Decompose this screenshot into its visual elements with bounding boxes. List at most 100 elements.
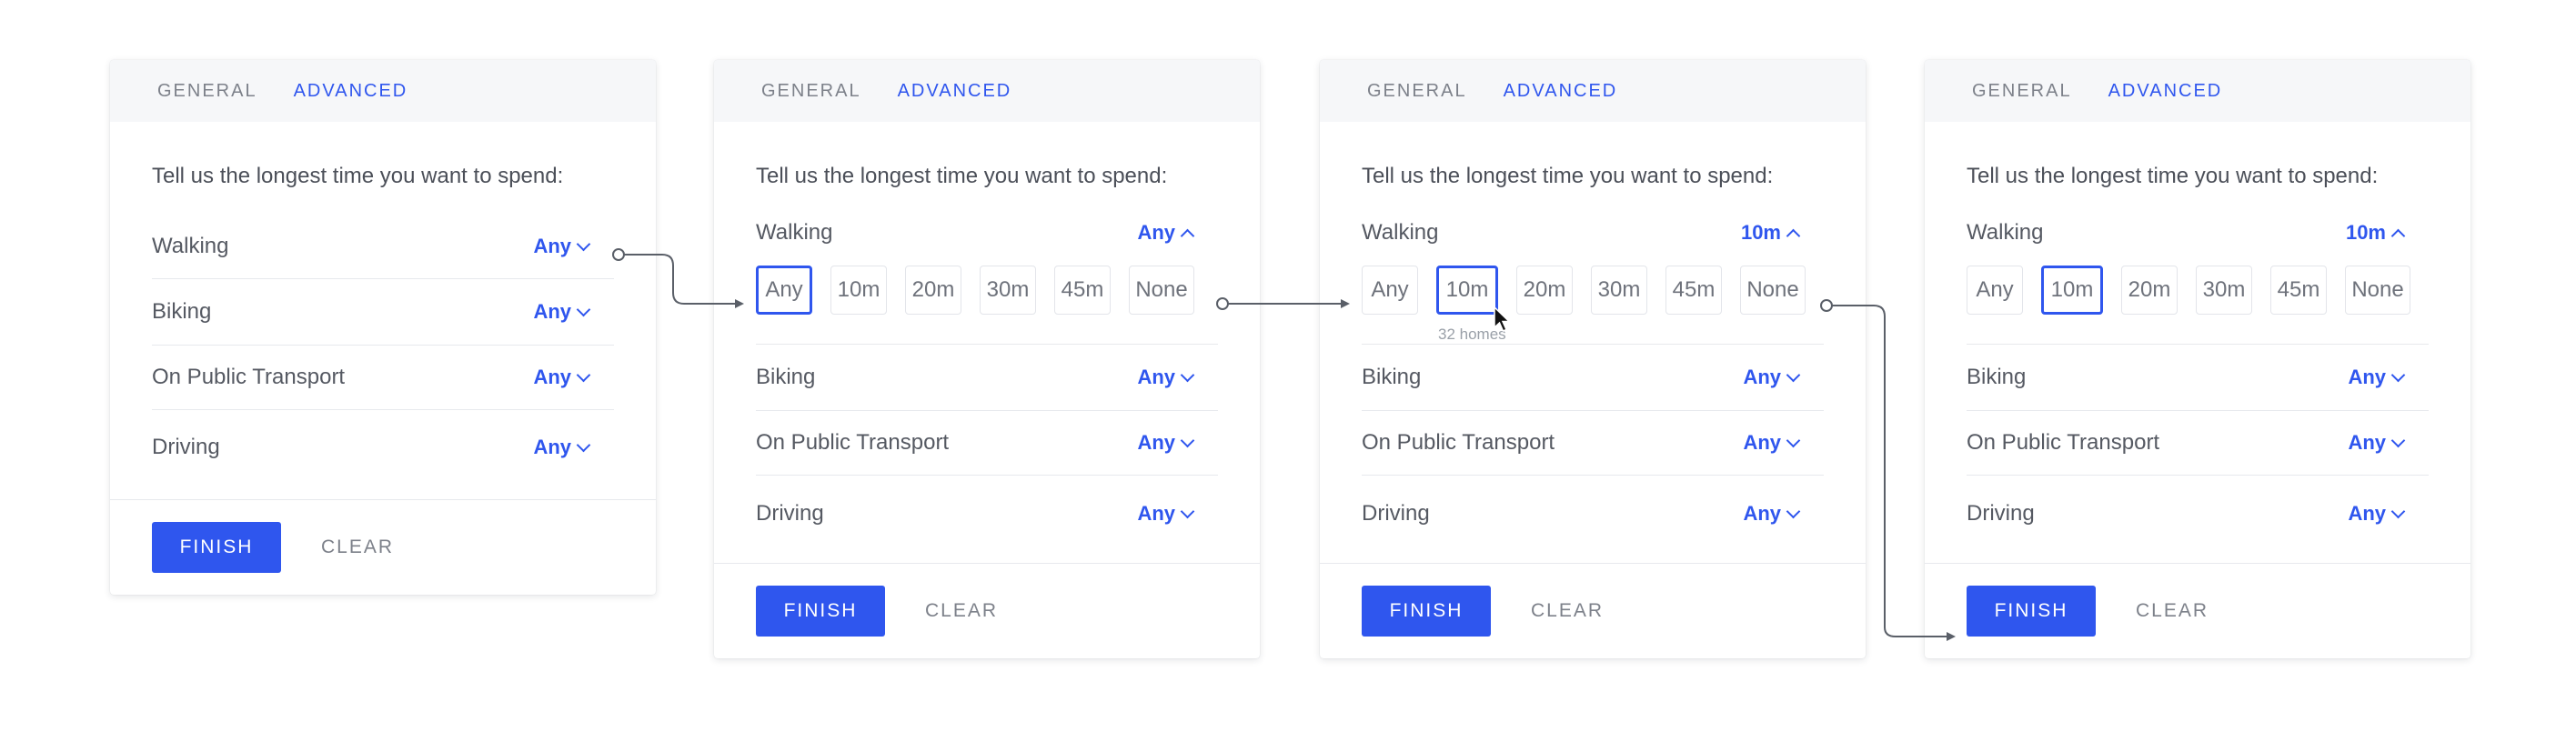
driving-value: Any [533,436,571,458]
tab-general[interactable]: GENERAL [157,81,257,102]
row-driving: Driving Any [152,410,614,485]
option-10m[interactable]: 10m [1436,266,1498,315]
filter-panel-1: GENERAL ADVANCED Tell us the longest tim… [110,60,656,595]
chevron-up-icon [1180,228,1195,243]
clear-button[interactable]: CLEAR [321,536,394,558]
option-20m[interactable]: 20m [1516,266,1573,315]
driving-dropdown[interactable]: Any [1743,502,1801,526]
driving-value: Any [1743,502,1781,525]
option-45m[interactable]: 45m [2270,266,2327,315]
tab-advanced[interactable]: ADVANCED [294,81,408,102]
walking-header: Walking 10m [1967,215,2429,251]
clear-button[interactable]: CLEAR [1531,600,1604,622]
biking-label: Biking [1362,365,1422,389]
transport-dropdown[interactable]: Any [2348,431,2406,455]
option-20m[interactable]: 20m [905,266,961,315]
transport-label: On Public Transport [756,430,950,455]
biking-dropdown[interactable]: Any [2348,366,2406,389]
panel-body: Tell us the longest time you want to spe… [714,164,1260,552]
driving-value: Any [2348,502,2386,525]
chevron-down-icon [1180,367,1195,382]
driving-dropdown[interactable]: Any [533,436,591,459]
option-10m[interactable]: 10m [2041,266,2103,315]
chevron-down-icon [1786,504,1801,518]
filter-panel-4: GENERAL ADVANCED Tell us the longest tim… [1925,60,2470,658]
option-45m[interactable]: 45m [1054,266,1111,315]
biking-dropdown[interactable]: Any [1743,366,1801,389]
transport-label: On Public Transport [1967,430,2160,455]
tab-bar: GENERAL ADVANCED [110,60,656,122]
finish-button[interactable]: FINISH [152,522,281,573]
panel-footer: FINISH CLEAR [714,563,1260,658]
transport-dropdown[interactable]: Any [1743,431,1801,455]
prompt-text: Tell us the longest time you want to spe… [756,164,1168,188]
finish-button[interactable]: FINISH [756,586,885,637]
prompt-text: Tell us the longest time you want to spe… [152,164,564,188]
walking-dropdown[interactable]: 10m [2346,221,2406,245]
panel-footer: FINISH CLEAR [1320,563,1866,658]
tab-advanced[interactable]: ADVANCED [898,81,1012,102]
option-none[interactable]: None [1129,266,1194,315]
option-20m[interactable]: 20m [2121,266,2178,315]
driving-label: Driving [1362,501,1430,526]
tab-bar: GENERAL ADVANCED [1925,60,2470,122]
option-none[interactable]: None [1740,266,1806,315]
transport-dropdown[interactable]: Any [533,366,591,389]
driving-dropdown[interactable]: Any [2348,502,2406,526]
chevron-down-icon [1180,433,1195,447]
driving-dropdown[interactable]: Any [1137,502,1195,526]
finish-button[interactable]: FINISH [1362,586,1491,637]
row-walking-expanded: Walking 10m Any 10m 20m 30m 45m None 32 … [1362,215,1824,345]
walking-dropdown[interactable]: Any [533,235,591,258]
option-30m[interactable]: 30m [980,266,1036,315]
tab-general[interactable]: GENERAL [761,81,861,102]
option-any[interactable]: Any [1362,266,1418,315]
filter-panel-3: GENERAL ADVANCED Tell us the longest tim… [1320,60,1866,658]
biking-value: Any [533,300,571,323]
option-none[interactable]: None [2345,266,2410,315]
walking-header: Walking Any [756,215,1218,251]
chevron-down-icon [576,302,591,316]
panel-footer: FINISH CLEAR [110,499,656,595]
transport-value: Any [2348,431,2386,454]
panel-body: Tell us the longest time you want to spe… [110,164,656,485]
biking-dropdown[interactable]: Any [1137,366,1195,389]
chevron-down-icon [576,236,591,251]
row-transport: On Public Transport Any [756,411,1218,476]
chevron-down-icon [1180,504,1195,518]
row-driving: Driving Any [756,476,1218,552]
walking-options: Any 10m 20m 30m 45m None [1967,266,2429,315]
chevron-down-icon [2390,504,2406,518]
option-any[interactable]: Any [1967,266,2023,315]
walking-value: 10m [1740,221,1781,244]
tab-general[interactable]: GENERAL [1972,81,2072,102]
option-10m[interactable]: 10m [830,266,887,315]
transport-value: Any [1137,431,1175,454]
clear-button[interactable]: CLEAR [925,600,998,622]
walking-label: Walking [1362,220,1439,245]
chevron-down-icon [1786,433,1801,447]
walking-header: Walking 10m [1362,215,1824,251]
clear-button[interactable]: CLEAR [2136,600,2209,622]
row-transport: On Public Transport Any [1967,411,2429,476]
mouse-cursor-icon [1494,306,1511,332]
option-any[interactable]: Any [756,266,812,315]
walking-dropdown[interactable]: 10m [1740,221,1801,245]
option-30m[interactable]: 30m [2196,266,2252,315]
finish-button[interactable]: FINISH [1967,586,2096,637]
row-walking-expanded: Walking Any Any 10m 20m 30m 45m None [756,215,1218,345]
option-30m[interactable]: 30m [1591,266,1647,315]
biking-label: Biking [756,365,816,389]
walking-options: Any 10m 20m 30m 45m None [756,266,1218,315]
tab-advanced[interactable]: ADVANCED [1504,81,1618,102]
panel-body: Tell us the longest time you want to spe… [1320,164,1866,552]
option-45m[interactable]: 45m [1665,266,1722,315]
biking-dropdown[interactable]: Any [533,300,591,324]
tab-advanced[interactable]: ADVANCED [2108,81,2223,102]
walking-dropdown[interactable]: Any [1137,221,1195,245]
filter-panel-2: GENERAL ADVANCED Tell us the longest tim… [714,60,1260,658]
walking-value: Any [533,235,571,257]
walking-label: Walking [756,220,833,245]
transport-dropdown[interactable]: Any [1137,431,1195,455]
tab-general[interactable]: GENERAL [1367,81,1467,102]
